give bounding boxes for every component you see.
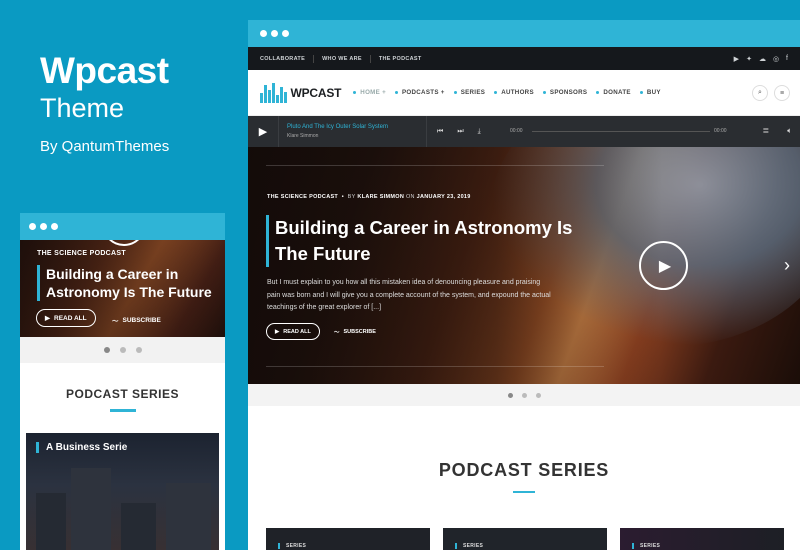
promo-subtitle: Theme bbox=[40, 93, 125, 123]
hero-excerpt: But I must explain to you how all this m… bbox=[267, 279, 551, 311]
window-dot bbox=[271, 30, 278, 37]
time-total: 00:00 bbox=[714, 128, 727, 134]
window-dot bbox=[51, 223, 58, 230]
read-all-label: READ ALL bbox=[283, 328, 311, 335]
hero-kicker[interactable]: THE SCIENCE PODCAST bbox=[37, 250, 126, 257]
window-dot bbox=[29, 223, 36, 230]
soundcloud-icon[interactable]: ☁ bbox=[759, 55, 766, 63]
main-nav: WPCAST HOME + PODCASTS + SERIES AUTHORS … bbox=[248, 70, 800, 116]
series-card-label: SERIES bbox=[632, 543, 660, 549]
hero-kicker: THE SCIENCE PODCAST • BY KLARE SIMMON ON… bbox=[267, 194, 471, 200]
pager-dot[interactable] bbox=[521, 392, 527, 398]
time-current: 00:00 bbox=[510, 128, 523, 134]
hero-title[interactable]: Building a Career in Astronomy Is The Fu… bbox=[37, 265, 217, 301]
rss-icon: 〜 bbox=[334, 330, 340, 336]
topbar-link-who-we-are[interactable]: WHO WE ARE bbox=[322, 56, 362, 62]
subscribe-label: SUBSCRIBE bbox=[122, 316, 161, 324]
play-circle-icon[interactable] bbox=[102, 240, 146, 246]
hero-kicker-author[interactable]: KLARE SIMMON bbox=[357, 194, 404, 200]
top-bar: COLLABORATE WHO WE ARE THE PODCAST ▶ ✦ ☁… bbox=[248, 47, 800, 70]
rss-icon: 〜 bbox=[112, 318, 119, 325]
topbar-link-collaborate[interactable]: COLLABORATE bbox=[260, 56, 305, 62]
previous-icon[interactable]: ⏮ bbox=[437, 128, 443, 136]
pager-dot[interactable] bbox=[103, 347, 110, 353]
logo-text: WPCAST bbox=[290, 85, 342, 100]
series-card-label: SERIES bbox=[278, 543, 306, 549]
series-card[interactable]: A Business Serie bbox=[26, 433, 219, 550]
pager-dot[interactable] bbox=[507, 392, 513, 398]
series-card[interactable]: SERIES bbox=[266, 528, 430, 550]
volume-icon[interactable]: 🔈︎ bbox=[787, 126, 792, 136]
hero-play-icon[interactable]: ▶ bbox=[639, 241, 688, 290]
slider-pager bbox=[20, 337, 225, 363]
menu-item-authors[interactable]: AUTHORS bbox=[494, 89, 534, 96]
pager-dot[interactable] bbox=[119, 347, 126, 353]
twitter-icon[interactable]: ✦ bbox=[746, 55, 752, 63]
hero-kicker-by: BY bbox=[347, 194, 356, 200]
read-all-button[interactable]: ▶ READ ALL bbox=[36, 309, 96, 327]
hero-kicker-on: ON bbox=[405, 194, 415, 200]
subscribe-label: SUBSCRIBE bbox=[343, 329, 376, 335]
series-card-title[interactable]: A Business Serie bbox=[36, 442, 127, 453]
download-icon[interactable]: ⤓ bbox=[478, 128, 481, 136]
promo-title: Wpcast bbox=[40, 50, 169, 91]
series-heading: PODCAST SERIES bbox=[65, 387, 180, 401]
window-dot bbox=[40, 223, 47, 230]
track-title[interactable]: Pluto And The Icy Outer Solar System bbox=[287, 124, 427, 130]
window-dot bbox=[260, 30, 267, 37]
series-card[interactable]: SERIES bbox=[443, 528, 607, 550]
pager-dot[interactable] bbox=[135, 347, 142, 353]
series-card[interactable]: SERIES bbox=[620, 528, 784, 550]
search-icon[interactable]: ⌕ bbox=[752, 85, 768, 101]
play-icon: ▶ bbox=[45, 315, 50, 322]
window-bar bbox=[248, 20, 800, 47]
series-heading: PODCAST SERIES bbox=[438, 460, 610, 480]
window-bar bbox=[20, 213, 225, 240]
progress-bar[interactable] bbox=[532, 131, 710, 132]
window-dot bbox=[282, 30, 289, 37]
desktop-mockup: COLLABORATE WHO WE ARE THE PODCAST ▶ ✦ ☁… bbox=[248, 20, 800, 550]
playlist-icon[interactable]: ≣ bbox=[762, 126, 769, 136]
topbar-link-the-podcast[interactable]: THE PODCAST bbox=[379, 56, 422, 62]
youtube-icon[interactable]: ▶ bbox=[734, 55, 739, 63]
pager-dot[interactable] bbox=[535, 392, 541, 398]
heading-underline bbox=[109, 409, 136, 412]
logo[interactable]: WPCAST bbox=[260, 82, 342, 103]
menu-item-sponsors[interactable]: SPONSORS bbox=[542, 89, 587, 96]
subscribe-link[interactable]: 〜 SUBSCRIBE bbox=[334, 328, 376, 336]
subscribe-link[interactable]: 〜 SUBSCRIBE bbox=[112, 315, 161, 326]
play-icon: ▶ bbox=[275, 328, 280, 335]
mobile-hero: THE SCIENCE PODCAST Building a Career in… bbox=[20, 240, 225, 337]
mobile-mockup: THE SCIENCE PODCAST Building a Career in… bbox=[20, 213, 225, 550]
facebook-icon[interactable]: f bbox=[786, 55, 788, 63]
menu-icon[interactable]: ≡ bbox=[774, 85, 790, 101]
instagram-icon[interactable]: ◎ bbox=[773, 55, 779, 63]
desktop-hero: THE SCIENCE PODCAST • BY KLARE SIMMON ON… bbox=[248, 147, 800, 384]
hero-kicker-date: JANUARY 23, 2019 bbox=[416, 194, 471, 200]
menu-item-donate[interactable]: DONATE bbox=[596, 89, 631, 96]
read-all-label: READ ALL bbox=[54, 314, 87, 322]
menu-item-buy[interactable]: BUY bbox=[639, 89, 661, 96]
read-all-button[interactable]: ▶ READ ALL bbox=[266, 323, 320, 340]
hero-kicker-category[interactable]: THE SCIENCE PODCAST bbox=[267, 194, 338, 200]
track-author: Klare Simmon bbox=[287, 133, 319, 139]
hero-title[interactable]: Building a Career in Astronomy Is The Fu… bbox=[266, 215, 576, 267]
logo-mark-icon bbox=[260, 82, 287, 103]
player-play-icon[interactable]: ▶ bbox=[248, 116, 279, 147]
chevron-right-icon[interactable]: › bbox=[784, 255, 790, 276]
next-icon[interactable]: ⏭ bbox=[457, 128, 463, 136]
audio-player: ▶ Pluto And The Icy Outer Solar System K… bbox=[248, 116, 800, 147]
menu-item-home[interactable]: HOME + bbox=[353, 89, 386, 96]
menu-item-podcasts[interactable]: PODCASTS + bbox=[394, 89, 445, 96]
series-card-label: SERIES bbox=[455, 543, 483, 549]
promo-by: By QantumThemes bbox=[40, 138, 170, 155]
menu-item-series[interactable]: SERIES bbox=[453, 89, 486, 96]
slider-pager bbox=[248, 384, 800, 406]
heading-underline bbox=[513, 491, 535, 493]
